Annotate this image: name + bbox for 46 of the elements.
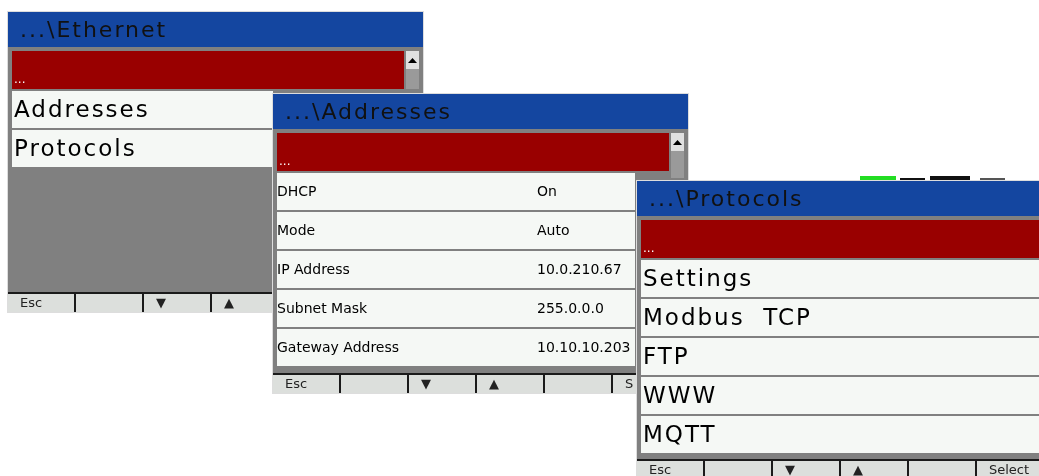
setting-row[interactable]: Subnet Mask 255.0.0.0	[277, 290, 635, 327]
window-title: ...\Ethernet	[8, 12, 423, 47]
setting-label: Gateway Address	[277, 338, 401, 357]
softkey-button[interactable]	[909, 461, 975, 476]
softkey-button[interactable]: Esc	[8, 294, 74, 312]
menu-row[interactable]: Modbus TCP	[641, 299, 1039, 336]
menu-row[interactable]: ...	[277, 133, 669, 171]
setting-row[interactable]: DHCP On	[277, 173, 635, 210]
menu-row[interactable]: WWW	[641, 377, 1039, 414]
setting-label: DHCP	[277, 182, 318, 201]
setting-row[interactable]: Mode Auto	[277, 212, 635, 249]
window-title: ...\Addresses	[273, 94, 688, 129]
setting-value: On	[537, 182, 557, 201]
softkey-button[interactable]	[705, 461, 771, 476]
softkey-button[interactable]: ▼	[144, 294, 210, 312]
menu-row[interactable]: Protocols	[12, 130, 273, 167]
softkey-button[interactable]: ▼	[773, 461, 839, 476]
menu-row[interactable]: ...	[641, 220, 1039, 258]
scrollbar[interactable]	[406, 51, 419, 89]
setting-value: 10.0.210.67	[537, 260, 622, 279]
setting-row[interactable]: IP Address 10.0.210.67	[277, 251, 635, 288]
menu-row[interactable]: Addresses	[12, 91, 273, 128]
menu-row[interactable]: FTP	[641, 338, 1039, 375]
softkey-button[interactable]: Esc	[273, 375, 339, 393]
scrollbar[interactable]	[671, 133, 684, 178]
setting-value: 255.0.0.0	[537, 299, 604, 318]
setting-label: IP Address	[277, 260, 351, 279]
softkey-button[interactable]	[76, 294, 142, 312]
softkey-button[interactable]: Esc	[637, 461, 703, 476]
setting-row[interactable]: Gateway Address 10.10.10.203	[277, 329, 635, 366]
setting-value: Auto	[537, 221, 570, 240]
menu-row[interactable]: Settings	[641, 260, 1039, 297]
menu-row[interactable]: MQTT	[641, 416, 1039, 453]
softkey-button[interactable]: Select	[977, 461, 1039, 476]
softkey-button[interactable]: ▼	[409, 375, 475, 393]
softkey-button[interactable]	[341, 375, 407, 393]
setting-value: 10.10.10.203	[537, 338, 631, 357]
scroll-up-icon[interactable]	[673, 139, 682, 145]
scroll-up-icon[interactable]	[408, 57, 417, 63]
menu-row[interactable]: ...	[12, 51, 404, 89]
softkey-button[interactable]: ▲	[841, 461, 907, 476]
setting-label: Mode	[277, 221, 317, 240]
softkey-button[interactable]	[545, 375, 611, 393]
setting-label: Subnet Mask	[277, 299, 369, 318]
window-title: ...\Protocols	[637, 181, 1039, 216]
softkey-button[interactable]: ▲	[477, 375, 543, 393]
